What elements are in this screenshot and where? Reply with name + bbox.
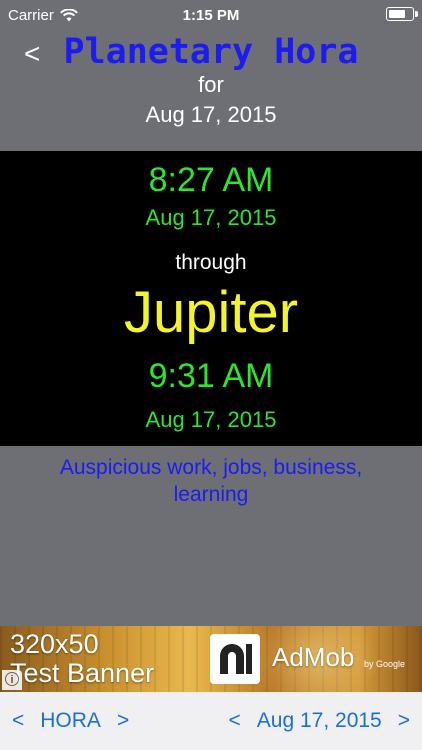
clock: 1:15 PM (182, 7, 240, 24)
date-navigator: < Aug 17, 2015 > (229, 709, 410, 733)
hora-panel: 8:27 AM Aug 17, 2015 through Jupiter 9:3… (0, 151, 422, 446)
hora-description: Auspicious work, jobs, business, learnin… (59, 456, 363, 506)
start-time: 8:27 AM (148, 161, 274, 199)
previous-date-button[interactable]: < (229, 709, 241, 733)
for-label: for (198, 72, 224, 97)
ad-line-1: 320x50 (10, 629, 99, 659)
header-date: Aug 17, 2015 (145, 102, 277, 127)
ad-info-icon: i (5, 672, 19, 686)
ad-text: 320x50 Test Banner (10, 630, 154, 688)
end-date: Aug 17, 2015 (145, 407, 277, 432)
admob-logo-icon (210, 634, 260, 684)
ad-line-2: Test Banner (10, 658, 155, 688)
battery-icon (386, 7, 418, 21)
previous-hora-button[interactable]: < (12, 709, 24, 733)
page-title: Planetary Hora (63, 32, 359, 72)
bottom-toolbar: < HORA > < Aug 17, 2015 > (0, 692, 422, 750)
end-time: 9:31 AM (148, 357, 274, 395)
ad-info-button[interactable]: i (2, 670, 22, 690)
hora-navigator: < HORA > (12, 709, 129, 733)
hora-nav-label[interactable]: HORA (40, 709, 101, 733)
battery-indicator (386, 7, 418, 21)
planet-name: Jupiter (123, 280, 299, 345)
next-hora-button[interactable]: > (117, 709, 129, 733)
start-date: Aug 17, 2015 (145, 205, 277, 230)
through-label: through (175, 251, 247, 274)
ad-banner[interactable]: 320x50 Test Banner AdMob by Google i (0, 626, 422, 692)
date-nav-label[interactable]: Aug 17, 2015 (257, 709, 382, 733)
admob-by-google: by Google (364, 659, 406, 669)
status-bar: Carrier 1:15 PM (0, 0, 422, 30)
header: < Planetary Hora for Aug 17, 2015 (0, 30, 422, 150)
next-date-button[interactable]: > (398, 709, 410, 733)
admob-brand: AdMob (272, 642, 355, 672)
